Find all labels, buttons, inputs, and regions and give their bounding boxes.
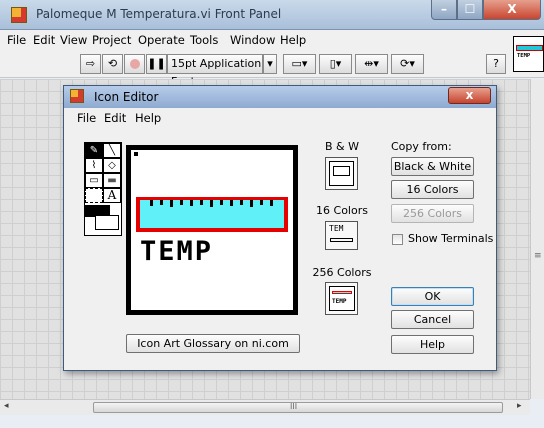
close-button[interactable]: X — [483, 0, 541, 20]
window-title: Palomeque M Temperatura.vi Front Panel — [36, 7, 282, 21]
main-window: Palomeque M Temperatura.vi Front Panel –… — [0, 0, 544, 428]
scroll-right-arrow-icon[interactable]: ▸ — [517, 401, 522, 411]
menubar: File Edit View Project Operate Tools Win… — [0, 30, 544, 50]
context-help-icon[interactable]: ? — [486, 54, 506, 74]
pause-icon[interactable]: ❚❚ — [146, 54, 167, 74]
align-objects-icon[interactable]: ▭▾ — [283, 54, 316, 74]
resize-objects-icon[interactable]: ⇹▾ — [355, 54, 388, 74]
copy-16-colors-button[interactable]: 16 Colors — [391, 180, 474, 199]
tool-palette: ✎ ╲ ⌇ ◇ ▭ ▬ A — [84, 142, 122, 236]
chevron-down-icon[interactable]: ▾ — [263, 54, 277, 74]
dialog-titlebar[interactable]: Icon Editor x — [64, 86, 496, 108]
scroll-left-arrow-icon[interactable]: ◂ — [4, 401, 9, 411]
copy-black-white-button[interactable]: Black & White — [391, 157, 474, 176]
copy-from-label: Copy from: — [391, 140, 452, 153]
c256-preview-text: TEMP — [332, 298, 347, 305]
dialog-menu-help[interactable]: Help — [135, 111, 161, 125]
c256-preview[interactable]: TEMP — [325, 282, 358, 315]
bw-preview[interactable] — [325, 157, 358, 190]
reorder-icon[interactable]: ⟳▾ — [391, 54, 424, 74]
menu-operate[interactable]: Operate — [138, 33, 185, 47]
fill-bucket-tool-icon[interactable]: ◇ — [103, 158, 121, 173]
abort-icon[interactable] — [124, 54, 145, 74]
vi-icon-text: TEMP — [517, 53, 531, 59]
dropper-tool-icon[interactable]: ⌇ — [85, 158, 103, 173]
scroll-thumb-grip: III — [290, 402, 298, 411]
c16-preview-text: TEM — [329, 224, 344, 233]
menu-view[interactable]: View — [60, 33, 87, 47]
rectangle-tool-icon[interactable]: ▭ — [85, 173, 103, 188]
menu-edit[interactable]: Edit — [33, 33, 55, 47]
vi-icon-ruler — [516, 45, 543, 51]
labview-app-icon — [11, 7, 27, 23]
filled-rectangle-tool-icon[interactable]: ▬ — [103, 173, 121, 188]
menu-file[interactable]: File — [7, 33, 26, 47]
ok-button[interactable]: OK — [391, 287, 474, 306]
dialog-menu-file[interactable]: File — [77, 111, 96, 125]
line-tool-icon[interactable]: ╲ — [103, 143, 121, 158]
icon-art-glossary-button[interactable]: Icon Art Glossary on ni.com — [126, 334, 300, 353]
c256-label: 256 Colors — [312, 266, 372, 279]
help-button[interactable]: Help — [391, 335, 474, 354]
window-controls: – ☐ X — [431, 0, 541, 20]
run-arrow-icon[interactable]: ⇨ — [80, 54, 101, 74]
dialog-title: Icon Editor — [94, 90, 159, 104]
icon-editor-dialog: Icon Editor x File Edit Help ✎ ╲ ⌇ ◇ ▭ ▬… — [63, 85, 497, 371]
menu-window[interactable]: Window — [230, 33, 275, 47]
c16-preview-ruler — [330, 238, 353, 242]
main-titlebar[interactable]: Palomeque M Temperatura.vi Front Panel –… — [0, 0, 544, 30]
canvas-ruler-graphic — [140, 200, 284, 228]
vi-icon[interactable]: TEMP — [513, 36, 544, 72]
run-continuously-icon[interactable]: ⟲ — [102, 54, 123, 74]
dialog-close-button[interactable]: x — [448, 87, 491, 104]
horizontal-scroll-thumb[interactable]: III — [93, 402, 503, 413]
minimize-button[interactable]: – — [431, 0, 457, 20]
menu-tools[interactable]: Tools — [190, 33, 218, 47]
scroll-grip-icon: ≡ — [534, 251, 542, 261]
c256-preview-image: TEMP — [329, 286, 355, 311]
pencil-tool-icon[interactable]: ✎ — [85, 143, 103, 158]
c16-label: 16 Colors — [316, 204, 368, 217]
vertical-scrollbar[interactable]: ≡ — [530, 79, 544, 399]
text-tool-icon[interactable]: A — [103, 188, 121, 203]
select-tool-icon[interactable] — [85, 188, 103, 203]
menu-help[interactable]: Help — [280, 33, 306, 47]
help-glyph: ? — [493, 57, 499, 70]
bw-preview-image — [329, 161, 354, 186]
dialog-app-icon — [70, 89, 84, 103]
distribute-objects-icon[interactable]: ▯▾ — [319, 54, 352, 74]
dialog-menubar: File Edit Help — [64, 108, 496, 127]
menu-project[interactable]: Project — [92, 33, 131, 47]
maximize-button[interactable]: ☐ — [457, 0, 483, 20]
canvas-pixel-dot — [134, 152, 138, 156]
toolbar: ⇨ ⟲ ❚❚ 15pt Application Font ▾ ▭▾ ▯▾ ⇹▾ … — [0, 50, 544, 88]
bw-label: B & W — [325, 140, 359, 153]
background-color-swatch[interactable] — [95, 215, 119, 230]
canvas-text: TEMP — [140, 236, 214, 267]
cancel-button[interactable]: Cancel — [391, 310, 474, 329]
status-bar — [0, 415, 544, 428]
c16-preview[interactable]: TEM — [325, 221, 358, 250]
copy-256-colors-button[interactable]: 256 Colors — [391, 204, 474, 223]
font-ring[interactable]: 15pt Application Font — [167, 54, 263, 88]
show-terminals-label: Show Terminals — [408, 232, 494, 245]
show-terminals-checkbox[interactable] — [392, 234, 403, 245]
dialog-menu-edit[interactable]: Edit — [104, 111, 126, 125]
